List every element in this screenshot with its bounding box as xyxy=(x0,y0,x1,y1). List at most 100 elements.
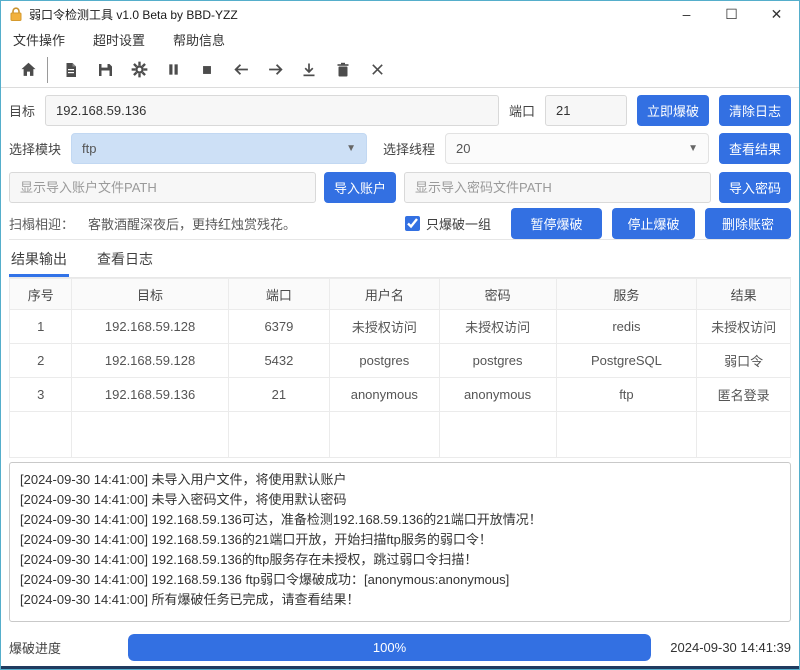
import-account-button[interactable]: 导入账户 xyxy=(324,172,396,203)
file-icon xyxy=(63,62,79,78)
port-input[interactable] xyxy=(545,95,627,126)
col-header-password: 密码 xyxy=(439,279,556,310)
close-button[interactable]: ✕ xyxy=(754,1,799,27)
toolbar-save-button[interactable] xyxy=(88,55,122,85)
stop-icon xyxy=(200,63,214,77)
cell-index: 1 xyxy=(10,310,72,344)
table-row[interactable]: 3 192.168.59.136 21 anonymous anonymous … xyxy=(10,378,791,412)
toolbar xyxy=(1,52,799,88)
cell-index: 2 xyxy=(10,344,72,378)
cell-target: 192.168.59.136 xyxy=(72,378,228,412)
cell-service: redis xyxy=(556,310,697,344)
target-input[interactable] xyxy=(45,95,499,126)
toolbar-file-button[interactable] xyxy=(54,55,88,85)
cell-password: postgres xyxy=(439,344,556,378)
only-one-group-label: 只爆破一组 xyxy=(426,214,491,233)
delete-credentials-button[interactable]: 删除账密 xyxy=(705,208,791,239)
menu-help-info[interactable]: 帮助信息 xyxy=(173,30,225,49)
toolbar-separator xyxy=(47,57,48,83)
cell-password: anonymous xyxy=(439,378,556,412)
threads-select[interactable]: 20 ▼ xyxy=(445,133,709,164)
toolbar-back-button[interactable] xyxy=(224,55,258,85)
account-path-input[interactable] xyxy=(9,172,316,203)
window-controls: – ☐ ✕ xyxy=(664,1,799,27)
main-content: 目标 端口 立即爆破 清除日志 选择模块 ftp ▼ 选择线程 20 ▼ 查看结… xyxy=(1,88,799,628)
clear-log-button[interactable]: 清除日志 xyxy=(719,95,791,126)
arrow-left-icon xyxy=(233,61,250,78)
progress-label: 爆破进度 xyxy=(9,638,128,657)
menu-file-operations[interactable]: 文件操作 xyxy=(13,30,65,49)
cell-port: 5432 xyxy=(228,344,330,378)
chevron-down-icon: ▼ xyxy=(688,143,698,154)
log-line: [2024-09-30 14:41:00] 192.168.59.136可达，准… xyxy=(20,510,780,530)
pause-crack-button[interactable]: 暂停爆破 xyxy=(511,208,602,239)
threads-select-value: 20 xyxy=(456,141,470,156)
cell-index: 3 xyxy=(10,378,72,412)
toolbar-settings-button[interactable] xyxy=(122,55,156,85)
progress-bar: 100% xyxy=(128,634,651,661)
pause-icon xyxy=(166,62,181,77)
tab-view-log[interactable]: 查看日志 xyxy=(95,242,155,277)
col-header-target: 目标 xyxy=(72,279,228,310)
col-header-result: 结果 xyxy=(697,279,791,310)
arrow-right-icon xyxy=(267,61,284,78)
cell-port: 6379 xyxy=(228,310,330,344)
tab-results-output[interactable]: 结果输出 xyxy=(9,242,69,277)
target-label: 目标 xyxy=(9,101,35,120)
log-line: [2024-09-30 14:41:00] 192.168.59.136的ftp… xyxy=(20,550,780,570)
log-line: [2024-09-30 14:41:00] 未导入密码文件，将使用默认密码 xyxy=(20,490,780,510)
table-row[interactable]: 1 192.168.59.128 6379 未授权访问 未授权访问 redis … xyxy=(10,310,791,344)
title-bar: 弱口令检测工具 v1.0 Beta by BBD-YZZ – ☐ ✕ xyxy=(1,1,799,27)
module-select[interactable]: ftp ▼ xyxy=(71,133,367,164)
cell-port: 21 xyxy=(228,378,330,412)
cell-result: 匿名登录 xyxy=(697,378,791,412)
cell-service: ftp xyxy=(556,378,697,412)
toolbar-close-button[interactable] xyxy=(360,55,394,85)
toolbar-home-button[interactable] xyxy=(11,55,45,85)
cell-username: anonymous xyxy=(330,378,439,412)
minimize-button[interactable]: – xyxy=(664,1,709,27)
menu-timeout-settings[interactable]: 超时设置 xyxy=(93,30,145,49)
app-window: 弱口令检测工具 v1.0 Beta by BBD-YZZ – ☐ ✕ 文件操作 … xyxy=(0,0,800,670)
action-row: 扫榻相迎： 客散酒醒深夜后，更持红烛赏残花。 只爆破一组 暂停爆破 停止爆破 删除… xyxy=(9,211,791,240)
password-path-input[interactable] xyxy=(404,172,711,203)
app-lock-icon xyxy=(8,6,24,22)
stop-crack-button[interactable]: 停止爆破 xyxy=(612,208,695,239)
table-row[interactable]: 2 192.168.59.128 5432 postgres postgres … xyxy=(10,344,791,378)
maximize-button[interactable]: ☐ xyxy=(709,1,754,27)
toolbar-download-button[interactable] xyxy=(292,55,326,85)
view-results-button[interactable]: 查看结果 xyxy=(719,133,791,164)
cell-service: PostgreSQL xyxy=(556,344,697,378)
toolbar-trash-button[interactable] xyxy=(326,55,360,85)
only-one-group-option: 只爆破一组 xyxy=(405,214,491,233)
col-header-username: 用户名 xyxy=(330,279,439,310)
cell-target: 192.168.59.128 xyxy=(72,344,228,378)
download-icon xyxy=(301,62,317,78)
settings-icon xyxy=(131,61,148,78)
table-empty-row xyxy=(10,412,791,458)
quote-label: 扫榻相迎： xyxy=(9,217,74,232)
only-one-group-checkbox[interactable] xyxy=(405,216,420,231)
module-select-value: ftp xyxy=(82,141,96,156)
cell-password: 未授权访问 xyxy=(439,310,556,344)
cell-result: 弱口令 xyxy=(697,344,791,378)
import-row: 导入账户 导入密码 xyxy=(9,172,791,203)
log-line: [2024-09-30 14:41:00] 未导入用户文件，将使用默认账户 xyxy=(20,470,780,490)
quote-body: 客散酒醒深夜后，更持红烛赏残花。 xyxy=(88,217,296,232)
toolbar-forward-button[interactable] xyxy=(258,55,292,85)
save-icon xyxy=(97,62,113,78)
log-line: [2024-09-30 14:41:00] 所有爆破任务已完成，请查看结果！ xyxy=(20,590,780,610)
tab-bar: 结果输出 查看日志 xyxy=(9,242,791,278)
crack-now-button[interactable]: 立即爆破 xyxy=(637,95,709,126)
window-bottom-border xyxy=(1,666,799,669)
toolbar-stop-button[interactable] xyxy=(190,55,224,85)
module-label: 选择模块 xyxy=(9,139,61,158)
window-title: 弱口令检测工具 v1.0 Beta by BBD-YZZ xyxy=(29,6,238,23)
status-bar: 爆破进度 100% 2024-09-30 14:41:39 xyxy=(1,628,799,666)
menu-bar: 文件操作 超时设置 帮助信息 xyxy=(1,27,799,52)
log-output[interactable]: [2024-09-30 14:41:00] 未导入用户文件，将使用默认账户 [2… xyxy=(9,462,791,622)
toolbar-pause-button[interactable] xyxy=(156,55,190,85)
chevron-down-icon: ▼ xyxy=(346,143,356,154)
import-password-button[interactable]: 导入密码 xyxy=(719,172,791,203)
log-line: [2024-09-30 14:41:00] 192.168.59.136的21端… xyxy=(20,530,780,550)
